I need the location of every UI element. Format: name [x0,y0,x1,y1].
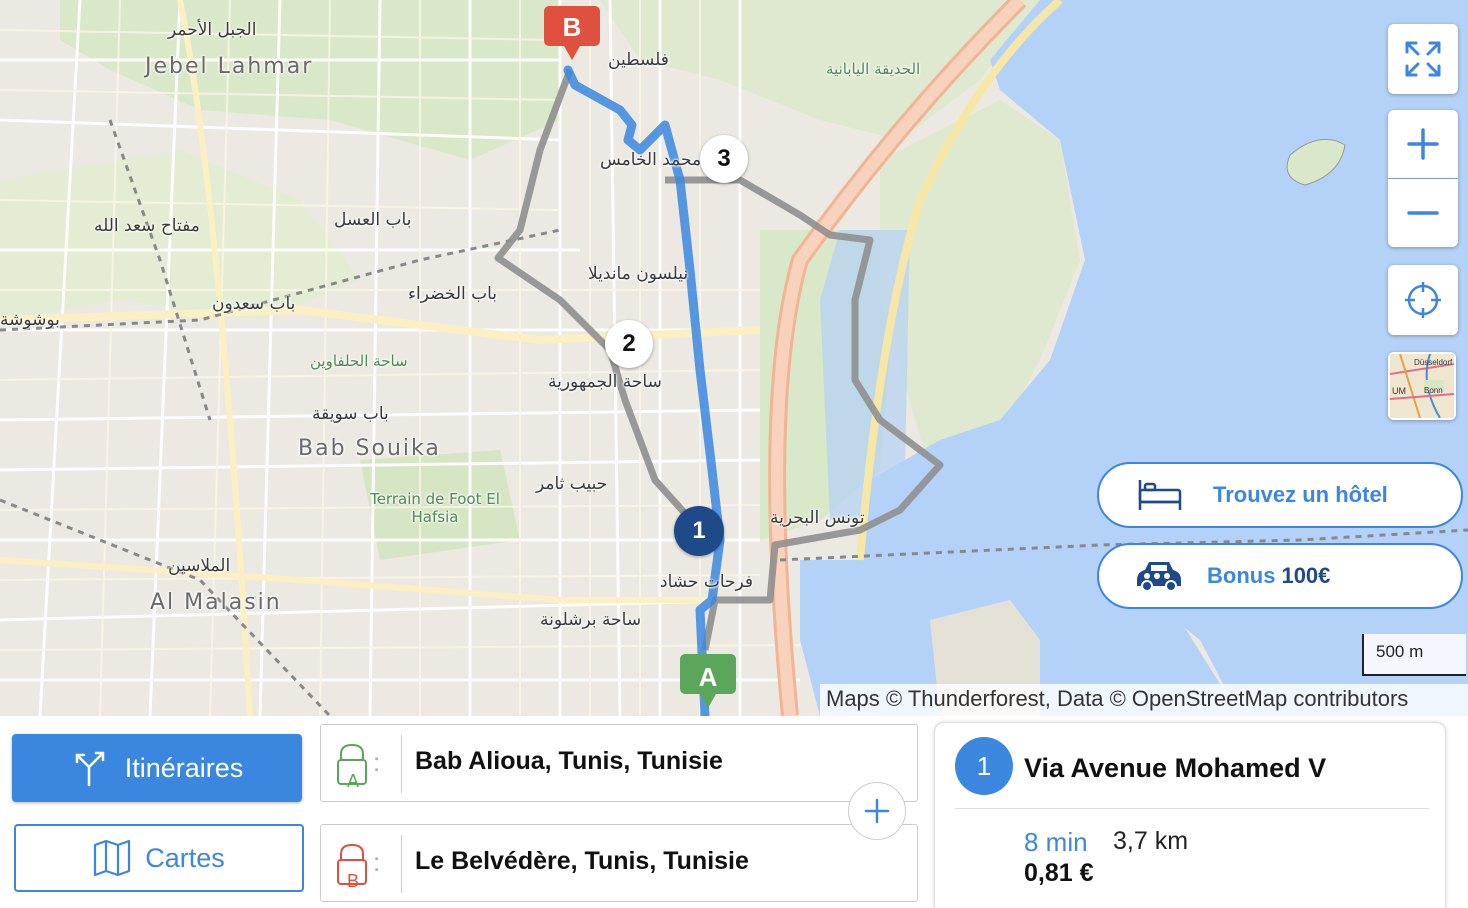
map-label: Terrain de Foot El Hafsia [370,490,500,526]
minus-icon [1407,211,1439,215]
map-label: فرحات حشاد [660,572,754,592]
map-label: نيلسون مانديلا [588,264,689,284]
field-separator: : [373,747,381,777]
bonus-amount: 100€ [1281,563,1331,588]
route-fork-icon [75,751,104,787]
find-hotel-label: Trouvez un hôtel [1213,482,1388,507]
map-label: Bab Souika [298,436,441,461]
route-card-1[interactable]: 1 Via Avenue Mohamed V 8 min 3,7 km 0,81… [934,722,1446,908]
map-label: Jebel Lahmar [145,54,314,79]
route-number-badge: 1 [955,737,1013,795]
divider [401,835,402,893]
divider [401,735,402,793]
origin-input[interactable] [415,747,895,776]
bed-icon [1138,480,1182,510]
divider [955,808,1429,809]
map-layers-button[interactable]: Düsseldorf UM Bonn [1388,352,1456,420]
map-label: ساحة برشلونة [540,610,642,630]
map-label: باب الخضراء [408,284,498,304]
end-marker[interactable]: B [542,4,602,68]
route-waypoint-2[interactable]: 2 [605,320,653,368]
itineraries-label: Itinéraires [124,752,244,783]
map-attribution: Maps © Thunderforest, Data © OpenStreetM… [820,684,1468,716]
origin-field[interactable]: A : [320,724,918,802]
bonus-label-prefix: Bonus [1207,563,1276,588]
start-marker[interactable]: A [678,652,738,716]
bonus-button[interactable]: Bonus 100€ [1097,543,1463,609]
thumbnail-label: UM [1392,386,1406,396]
route-price: 0,81 € [1024,859,1094,887]
map-label: مفتاح سعد الله [94,216,200,236]
zoom-out-button[interactable] [1388,179,1458,247]
add-waypoint-button[interactable] [848,782,906,840]
map-view[interactable]: الجبل الأحمر Jebel Lahmar فلسطين الحديقة… [0,0,1468,716]
thumbnail-label: Bonn [1424,386,1443,395]
map-label: تونس البحرية [770,508,865,528]
map-label: باب سويقة [312,404,389,424]
fullscreen-button[interactable] [1388,24,1458,94]
maps-button[interactable]: Cartes [14,824,304,892]
map-label: ساحة الحلفاوين [310,352,408,370]
end-marker-label: B [562,12,582,42]
start-marker-label: A [698,662,718,692]
crosshair-icon [1405,282,1441,318]
plus-icon [1407,128,1439,160]
route-duration: 8 min [1024,827,1088,857]
thumbnail-label: Düsseldorf [1414,358,1453,367]
route-distance: 3,7 km [1113,827,1189,855]
destination-input[interactable] [415,847,895,876]
route-title: Via Avenue Mohamed V [1024,753,1327,783]
map-label: الجبل الأحمر [168,20,257,40]
map-label: محمد الخامس [600,150,702,170]
scale-bar: 500 m [1362,634,1466,676]
plus-icon [864,798,890,824]
map-label: بوشوشة [0,310,60,330]
find-hotel-button[interactable]: Trouvez un hôtel [1097,462,1463,528]
destination-field[interactable]: B : [320,824,918,902]
route-panel: Itinéraires Cartes A : B : 1 Via Avenu [0,716,1468,908]
map-label: Al Malasin [150,590,282,615]
route-waypoint-1[interactable]: 1 [674,506,724,556]
car-icon [1137,562,1181,592]
route-waypoint-3[interactable]: 3 [700,135,748,183]
maps-label: Cartes [145,842,225,873]
field-separator: : [373,847,381,877]
map-label: الملاسين [168,556,231,576]
zoom-in-button[interactable] [1388,110,1458,178]
map-label: الحديقة اليابانية [826,60,921,78]
map-label: باب سعدون [212,294,296,314]
itineraries-button[interactable]: Itinéraires [12,734,302,802]
map-label: حبيب ثامر [536,474,608,494]
folded-map-icon [94,839,131,877]
pin-b-letter: B [347,871,360,891]
locate-button[interactable] [1388,265,1458,335]
expand-arrows-icon [1405,41,1441,77]
map-label: باب العسل [334,210,412,230]
map-label: فلسطين [608,50,669,70]
map-label: ساحة الجمهورية [548,372,662,392]
pin-a-letter: A [347,771,360,791]
